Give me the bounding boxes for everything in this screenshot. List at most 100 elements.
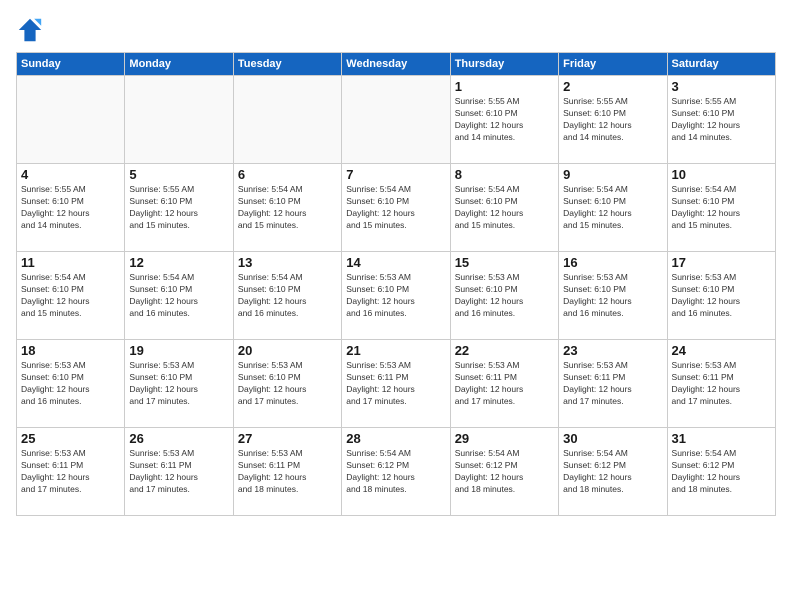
day-number: 5 — [129, 167, 228, 182]
calendar-cell: 16 Sunrise: 5:53 AM Sunset: 6:10 PM Dayli… — [559, 252, 667, 340]
calendar-cell: 28 Sunrise: 5:54 AM Sunset: 6:12 PM Dayli… — [342, 428, 450, 516]
calendar-cell: 11 Sunrise: 5:54 AM Sunset: 6:10 PM Dayli… — [17, 252, 125, 340]
calendar-cell: 21Sunrise: 5:53 AM Sunset: 6:11 PM Dayli… — [342, 340, 450, 428]
day-number: 22 — [455, 343, 554, 358]
day-info: Sunrise: 5:53 AM Sunset: 6:11 PM Dayligh… — [346, 360, 445, 408]
weekday-thursday: Thursday — [450, 53, 558, 76]
calendar-cell: 8Sunrise: 5:54 AM Sunset: 6:10 PM Daylig… — [450, 164, 558, 252]
day-number: 16 — [563, 255, 662, 270]
week-row-3: 11 Sunrise: 5:54 AM Sunset: 6:10 PM Dayli… — [17, 252, 776, 340]
calendar-cell: 5 Sunrise: 5:55 AM Sunset: 6:10 PM Daylig… — [125, 164, 233, 252]
day-info: Sunrise: 5:54 AM Sunset: 6:12 PM Dayligh… — [672, 448, 771, 496]
logo-icon — [16, 16, 44, 44]
calendar-cell: 15 Sunrise: 5:53 AM Sunset: 6:10 PM Dayli… — [450, 252, 558, 340]
day-info: Sunrise: 5:55 AM Sunset: 6:10 PM Dayligh… — [455, 96, 554, 144]
weekday-sunday: Sunday — [17, 53, 125, 76]
calendar-cell — [17, 76, 125, 164]
day-number: 10 — [672, 167, 771, 182]
calendar-cell: 1Sunrise: 5:55 AM Sunset: 6:10 PM Daylig… — [450, 76, 558, 164]
calendar-cell: 19Sunrise: 5:53 AM Sunset: 6:10 PM Dayli… — [125, 340, 233, 428]
day-info: Sunrise: 5:55 AM Sunset: 6:10 PM Dayligh… — [129, 184, 228, 232]
day-number: 30 — [563, 431, 662, 446]
weekday-monday: Monday — [125, 53, 233, 76]
day-number: 6 — [238, 167, 337, 182]
weekday-saturday: Saturday — [667, 53, 775, 76]
day-number: 19 — [129, 343, 228, 358]
calendar-cell: 27 Sunrise: 5:53 AM Sunset: 6:11 PM Dayli… — [233, 428, 341, 516]
week-row-2: 4 Sunrise: 5:55 AM Sunset: 6:10 PM Daylig… — [17, 164, 776, 252]
day-number: 9 — [563, 167, 662, 182]
day-info: Sunrise: 5:53 AM Sunset: 6:10 PM Dayligh… — [238, 360, 337, 408]
day-info: Sunrise: 5:54 AM Sunset: 6:12 PM Dayligh… — [346, 448, 445, 496]
day-info: Sunrise: 5:53 AM Sunset: 6:10 PM Dayligh… — [672, 272, 771, 320]
calendar-cell: 9 Sunrise: 5:54 AM Sunset: 6:10 PM Daylig… — [559, 164, 667, 252]
calendar-cell — [233, 76, 341, 164]
calendar-cell: 7 Sunrise: 5:54 AM Sunset: 6:10 PM Daylig… — [342, 164, 450, 252]
weekday-header-row: SundayMondayTuesdayWednesdayThursdayFrid… — [17, 53, 776, 76]
calendar-cell: 31 Sunrise: 5:54 AM Sunset: 6:12 PM Dayli… — [667, 428, 775, 516]
day-number: 25 — [21, 431, 120, 446]
day-number: 13 — [238, 255, 337, 270]
day-info: Sunrise: 5:53 AM Sunset: 6:11 PM Dayligh… — [672, 360, 771, 408]
day-info: Sunrise: 5:53 AM Sunset: 6:10 PM Dayligh… — [21, 360, 120, 408]
day-number: 8 — [455, 167, 554, 182]
calendar-cell: 30 Sunrise: 5:54 AM Sunset: 6:12 PM Dayli… — [559, 428, 667, 516]
day-number: 24 — [672, 343, 771, 358]
calendar-cell — [342, 76, 450, 164]
day-number: 15 — [455, 255, 554, 270]
day-number: 20 — [238, 343, 337, 358]
day-info: Sunrise: 5:53 AM Sunset: 6:11 PM Dayligh… — [238, 448, 337, 496]
calendar-cell: 26Sunrise: 5:53 AM Sunset: 6:11 PM Dayli… — [125, 428, 233, 516]
calendar-cell: 17 Sunrise: 5:53 AM Sunset: 6:10 PM Dayli… — [667, 252, 775, 340]
day-info: Sunrise: 5:53 AM Sunset: 6:10 PM Dayligh… — [563, 272, 662, 320]
day-info: Sunrise: 5:53 AM Sunset: 6:11 PM Dayligh… — [455, 360, 554, 408]
day-info: Sunrise: 5:54 AM Sunset: 6:10 PM Dayligh… — [672, 184, 771, 232]
header — [16, 16, 776, 44]
week-row-4: 18Sunrise: 5:53 AM Sunset: 6:10 PM Dayli… — [17, 340, 776, 428]
day-info: Sunrise: 5:53 AM Sunset: 6:10 PM Dayligh… — [455, 272, 554, 320]
week-row-1: 1Sunrise: 5:55 AM Sunset: 6:10 PM Daylig… — [17, 76, 776, 164]
calendar-cell: 4 Sunrise: 5:55 AM Sunset: 6:10 PM Daylig… — [17, 164, 125, 252]
day-info: Sunrise: 5:55 AM Sunset: 6:10 PM Dayligh… — [563, 96, 662, 144]
day-number: 31 — [672, 431, 771, 446]
day-info: Sunrise: 5:53 AM Sunset: 6:11 PM Dayligh… — [129, 448, 228, 496]
day-number: 28 — [346, 431, 445, 446]
day-info: Sunrise: 5:53 AM Sunset: 6:11 PM Dayligh… — [21, 448, 120, 496]
day-number: 2 — [563, 79, 662, 94]
day-info: Sunrise: 5:53 AM Sunset: 6:10 PM Dayligh… — [346, 272, 445, 320]
calendar-table: SundayMondayTuesdayWednesdayThursdayFrid… — [16, 52, 776, 516]
day-info: Sunrise: 5:54 AM Sunset: 6:10 PM Dayligh… — [563, 184, 662, 232]
day-info: Sunrise: 5:54 AM Sunset: 6:10 PM Dayligh… — [238, 184, 337, 232]
day-info: Sunrise: 5:55 AM Sunset: 6:10 PM Dayligh… — [672, 96, 771, 144]
day-info: Sunrise: 5:54 AM Sunset: 6:10 PM Dayligh… — [346, 184, 445, 232]
day-number: 7 — [346, 167, 445, 182]
day-number: 4 — [21, 167, 120, 182]
day-number: 29 — [455, 431, 554, 446]
weekday-wednesday: Wednesday — [342, 53, 450, 76]
day-number: 27 — [238, 431, 337, 446]
calendar-cell: 13Sunrise: 5:54 AM Sunset: 6:10 PM Dayli… — [233, 252, 341, 340]
day-number: 3 — [672, 79, 771, 94]
day-number: 14 — [346, 255, 445, 270]
day-info: Sunrise: 5:54 AM Sunset: 6:10 PM Dayligh… — [21, 272, 120, 320]
day-info: Sunrise: 5:54 AM Sunset: 6:12 PM Dayligh… — [455, 448, 554, 496]
day-number: 23 — [563, 343, 662, 358]
day-info: Sunrise: 5:54 AM Sunset: 6:12 PM Dayligh… — [563, 448, 662, 496]
day-number: 11 — [21, 255, 120, 270]
calendar-cell: 24 Sunrise: 5:53 AM Sunset: 6:11 PM Dayli… — [667, 340, 775, 428]
calendar-cell: 25 Sunrise: 5:53 AM Sunset: 6:11 PM Dayli… — [17, 428, 125, 516]
day-number: 17 — [672, 255, 771, 270]
calendar-cell — [125, 76, 233, 164]
logo — [16, 16, 48, 44]
calendar-cell: 23 Sunrise: 5:53 AM Sunset: 6:11 PM Dayli… — [559, 340, 667, 428]
day-info: Sunrise: 5:53 AM Sunset: 6:11 PM Dayligh… — [563, 360, 662, 408]
calendar-cell: 6 Sunrise: 5:54 AM Sunset: 6:10 PM Daylig… — [233, 164, 341, 252]
calendar-cell: 2 Sunrise: 5:55 AM Sunset: 6:10 PM Daylig… — [559, 76, 667, 164]
calendar-cell: 12Sunrise: 5:54 AM Sunset: 6:10 PM Dayli… — [125, 252, 233, 340]
weekday-friday: Friday — [559, 53, 667, 76]
weekday-tuesday: Tuesday — [233, 53, 341, 76]
day-info: Sunrise: 5:55 AM Sunset: 6:10 PM Dayligh… — [21, 184, 120, 232]
week-row-5: 25 Sunrise: 5:53 AM Sunset: 6:11 PM Dayli… — [17, 428, 776, 516]
calendar-cell: 3 Sunrise: 5:55 AM Sunset: 6:10 PM Daylig… — [667, 76, 775, 164]
calendar-cell: 18Sunrise: 5:53 AM Sunset: 6:10 PM Dayli… — [17, 340, 125, 428]
